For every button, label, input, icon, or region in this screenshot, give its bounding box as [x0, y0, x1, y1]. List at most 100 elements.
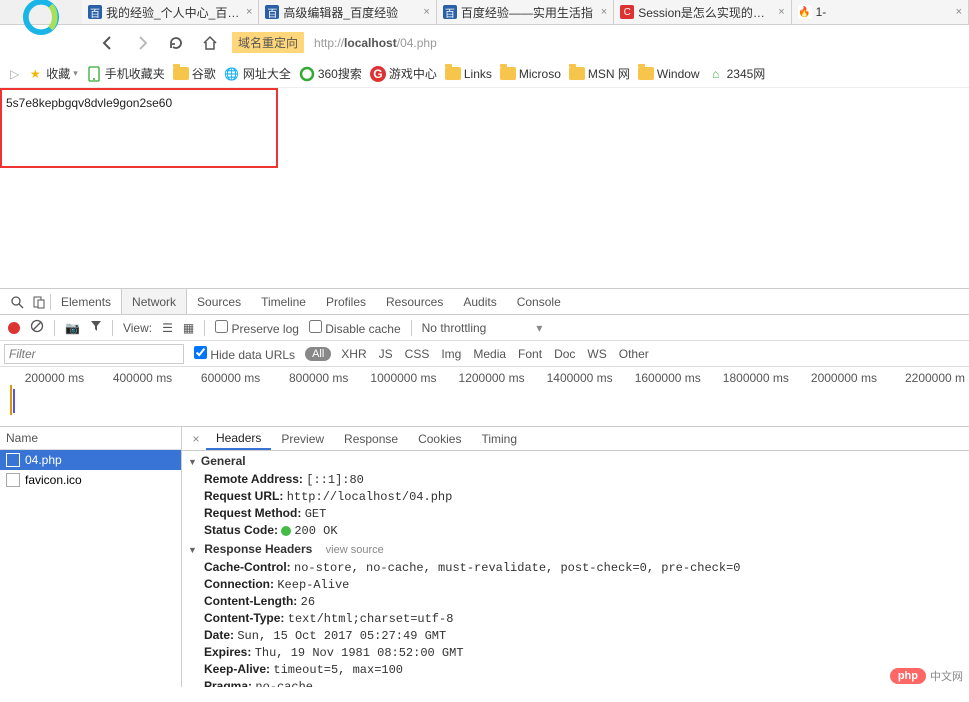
devtools-tab-audits[interactable]: Audits: [453, 289, 506, 314]
url-display[interactable]: http://localhost/04.php: [314, 34, 437, 51]
devtools-tab-console[interactable]: Console: [507, 289, 571, 314]
bookmark-item[interactable]: Links: [445, 65, 492, 82]
browser-tab[interactable]: 百我的经验_个人中心_百度经×: [82, 0, 259, 24]
tab-favicon: 🔥: [798, 5, 812, 19]
tab-close-icon[interactable]: ×: [423, 6, 429, 18]
filter-type-xhr[interactable]: XHR: [341, 347, 366, 361]
filter-type-img[interactable]: Img: [441, 347, 461, 361]
tab-close-icon[interactable]: ×: [601, 6, 607, 18]
tab-close-icon[interactable]: ×: [956, 6, 962, 18]
request-row[interactable]: 04.php: [0, 450, 181, 470]
preserve-log-checkbox[interactable]: Preserve log: [215, 320, 299, 336]
output-highlight-box: 5s7e8kepbgqv8dvle9gon2se60: [0, 88, 278, 168]
view-grid-icon[interactable]: ▦: [183, 321, 194, 335]
mobile-favorites[interactable]: 手机收藏夹: [86, 65, 165, 82]
star-icon: ★: [27, 66, 43, 82]
request-list: Name 04.phpfavicon.ico: [0, 427, 182, 687]
tab-favicon: 百: [443, 5, 457, 19]
view-list-icon[interactable]: ☰: [162, 321, 173, 335]
devtools-tab-profiles[interactable]: Profiles: [316, 289, 376, 314]
timeline-tick: 2200000 m: [881, 371, 969, 385]
browser-tab[interactable]: 百百度经验——实用生活指×: [437, 0, 614, 24]
devtools-tab-resources[interactable]: Resources: [376, 289, 453, 314]
bookmark-item[interactable]: 🌐网址大全: [224, 65, 291, 82]
bookmark-item[interactable]: 360搜索: [299, 65, 362, 82]
back-button[interactable]: [96, 31, 120, 55]
bookmark-item[interactable]: 谷歌: [173, 65, 216, 82]
detail-tab-response[interactable]: Response: [334, 427, 408, 450]
forward-button[interactable]: [130, 31, 154, 55]
filter-type-js[interactable]: JS: [379, 347, 393, 361]
disable-cache-checkbox[interactable]: Disable cache: [309, 320, 401, 336]
devtools-tab-elements[interactable]: Elements: [51, 289, 121, 314]
tab-close-icon[interactable]: ×: [778, 6, 784, 18]
clear-button[interactable]: [30, 319, 44, 336]
browser-tab[interactable]: 百高级编辑器_百度经验×: [259, 0, 436, 24]
folder-icon: [445, 67, 461, 80]
bookmark-item[interactable]: Window: [638, 65, 700, 82]
disable-cache-label: Disable cache: [325, 322, 400, 336]
tab-close-icon[interactable]: ×: [246, 6, 252, 18]
capture-icon[interactable]: 📷: [65, 321, 80, 335]
home-button[interactable]: [198, 31, 222, 55]
filter-type-media[interactable]: Media: [473, 347, 506, 361]
filter-input[interactable]: [4, 344, 184, 364]
tab-title: 我的经验_个人中心_百度经: [106, 4, 242, 21]
filter-type-font[interactable]: Font: [518, 347, 542, 361]
header-row: Pragma: no-cache: [182, 678, 969, 687]
browser-tab[interactable]: 🔥 1- ×: [792, 0, 969, 24]
bookmark-item[interactable]: G游戏中心: [370, 65, 437, 82]
file-icon: [6, 453, 20, 467]
tab-title: 高级编辑器_百度经验: [283, 4, 419, 21]
filter-type-other[interactable]: Other: [619, 347, 649, 361]
view-source-link[interactable]: view source: [326, 544, 384, 556]
bookmark-item[interactable]: MSN 网: [569, 65, 630, 82]
devtools-tab-network[interactable]: Network: [121, 289, 187, 314]
timeline-tick: 600000 ms: [176, 371, 264, 385]
devtools-tab-sources[interactable]: Sources: [187, 289, 251, 314]
browser-tab[interactable]: C Session是怎么实现的？存 ×: [614, 0, 791, 24]
network-lower-pane: Name 04.phpfavicon.ico × HeadersPreviewR…: [0, 427, 969, 687]
file-icon: [6, 473, 20, 487]
detail-tab-cookies[interactable]: Cookies: [408, 427, 471, 450]
bookmark-label: Microso: [519, 67, 561, 81]
status-dot-icon: [281, 526, 291, 536]
devtools-panel: ElementsNetworkSourcesTimelineProfilesRe…: [0, 288, 969, 687]
response-headers-section-header[interactable]: Response Headers view source: [182, 539, 969, 559]
filter-toggle-icon[interactable]: [90, 320, 102, 335]
tab-favicon: C: [620, 5, 634, 19]
view-label: View:: [123, 321, 152, 335]
throttling-select[interactable]: No throttling: [422, 321, 487, 335]
name-column-header[interactable]: Name: [0, 427, 181, 450]
filter-type-ws[interactable]: WS: [587, 347, 606, 361]
close-detail-icon[interactable]: ×: [186, 432, 206, 446]
reload-button[interactable]: [164, 31, 188, 55]
header-row: Date: Sun, 15 Oct 2017 05:27:49 GMT: [182, 627, 969, 644]
bookmark-item[interactable]: Microso: [500, 65, 561, 82]
filter-type-doc[interactable]: Doc: [554, 347, 575, 361]
request-row[interactable]: favicon.ico: [0, 470, 181, 490]
watermark: php 中文网: [890, 668, 963, 684]
network-timeline[interactable]: 200000 ms400000 ms600000 ms800000 ms1000…: [0, 367, 969, 427]
inspect-icon[interactable]: [6, 295, 28, 309]
game-icon: G: [370, 66, 386, 82]
devtools-tab-timeline[interactable]: Timeline: [251, 289, 316, 314]
bookmark-expand-icon[interactable]: ▷: [10, 67, 19, 81]
detail-tab-bar: × HeadersPreviewResponseCookiesTiming: [182, 427, 969, 451]
filter-type-css[interactable]: CSS: [405, 347, 430, 361]
detail-tab-headers[interactable]: Headers: [206, 427, 271, 450]
device-icon[interactable]: [28, 295, 50, 309]
detail-tab-timing[interactable]: Timing: [471, 427, 527, 450]
hide-data-urls-checkbox[interactable]: Hide data URLs: [194, 346, 295, 362]
folder-icon: [173, 67, 189, 80]
bookmark-item[interactable]: ⌂2345网: [708, 65, 766, 82]
detail-tab-preview[interactable]: Preview: [271, 427, 334, 450]
favorites-button[interactable]: ★ 收藏 ▾: [27, 65, 78, 82]
general-section-header[interactable]: General: [182, 451, 969, 471]
record-button[interactable]: [8, 322, 20, 334]
tab-title: 1-: [816, 5, 952, 19]
tab-title: Session是怎么实现的？存: [638, 4, 774, 21]
response-headers-label: Response Headers: [204, 542, 312, 556]
filter-all-pill[interactable]: All: [305, 347, 331, 361]
devtools-tab-bar: ElementsNetworkSourcesTimelineProfilesRe…: [0, 289, 969, 315]
